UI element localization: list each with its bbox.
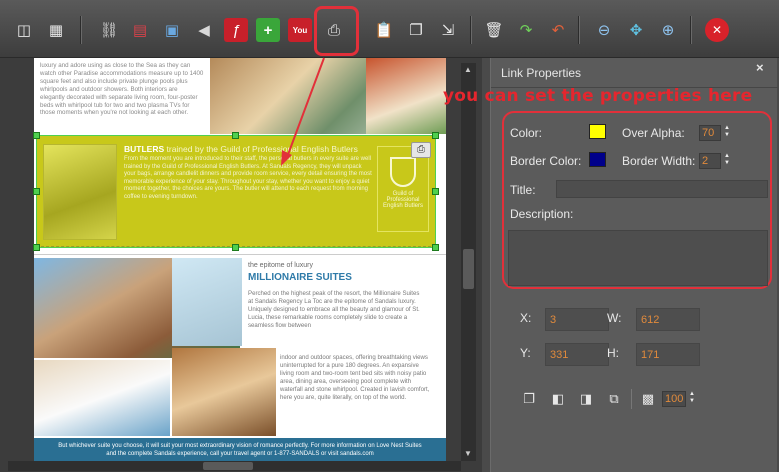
border-color-swatch[interactable] xyxy=(589,152,606,167)
title-label: Title: xyxy=(510,183,536,197)
resize-handle-bl[interactable] xyxy=(33,244,40,251)
w-input[interactable]: 612 xyxy=(636,308,700,331)
copy-icon[interactable]: ❐ xyxy=(404,18,428,42)
page-top-text: luxury and adore using as close to the S… xyxy=(40,62,204,117)
send-backward-icon[interactable]: ◨ xyxy=(578,391,594,407)
article-subheading: the epitome of luxury xyxy=(248,262,313,269)
article-headline: MILLIONAIRE SUITES xyxy=(248,272,352,283)
bring-to-front-icon[interactable]: ❐ xyxy=(521,391,537,407)
butler-link-area[interactable]: BUTLERS trained by the Guild of Professi… xyxy=(36,135,436,247)
youtube-icon[interactable]: You xyxy=(288,18,312,42)
color-swatch[interactable] xyxy=(589,124,606,139)
title-input[interactable] xyxy=(556,180,768,198)
butler-title: BUTLERS trained by the Guild of Professi… xyxy=(124,144,358,154)
undo-icon[interactable]: ↶ xyxy=(546,18,570,42)
resize-handle-r[interactable] xyxy=(432,188,439,195)
scroll-down-icon[interactable]: ▼ xyxy=(464,449,472,458)
h-input[interactable]: 171 xyxy=(636,343,700,366)
resize-handle-b[interactable] xyxy=(232,244,239,251)
description-input[interactable] xyxy=(508,230,768,286)
delete-icon[interactable]: 🗑 xyxy=(482,18,506,42)
zoom-out-icon[interactable]: ⊖ xyxy=(592,18,616,42)
butler-photo xyxy=(43,144,117,240)
fit-icon[interactable]: ✥ xyxy=(624,18,648,42)
resort-photo-bedroom xyxy=(34,360,170,436)
resort-photo-living xyxy=(172,348,276,436)
resize-handle-br[interactable] xyxy=(432,244,439,251)
print-button-highlight xyxy=(314,6,359,56)
toolbar-separator xyxy=(578,16,580,44)
magazine-page: luxury and adore using as close to the S… xyxy=(34,58,446,461)
resize-handle-l[interactable] xyxy=(33,188,40,195)
x-label: X: xyxy=(520,311,532,325)
footer-line-2: and the complete Sandals experience, cal… xyxy=(106,451,374,457)
toolbar-separator xyxy=(80,16,82,44)
crest-text: Guild of Professional English Butlers xyxy=(382,191,424,209)
border-width-spinner[interactable]: ▲ ▼ xyxy=(723,153,731,169)
bring-forward-icon[interactable]: ◧ xyxy=(550,391,566,407)
border-width-label: Border Width: xyxy=(622,154,696,168)
description-label: Description: xyxy=(510,207,574,221)
vertical-scroll-thumb[interactable] xyxy=(463,249,474,289)
scroll-up-icon[interactable]: ▲ xyxy=(464,65,472,74)
x-input[interactable]: 3 xyxy=(545,308,609,331)
crest-shield-icon xyxy=(390,157,416,187)
link-icon[interactable]: ⛓ xyxy=(97,18,121,42)
horizontal-scroll-thumb[interactable] xyxy=(203,462,253,470)
panel-title: Link Properties xyxy=(501,66,582,80)
vertical-scrollbar[interactable]: ▲ ▼ xyxy=(461,63,476,461)
add-icon[interactable]: + xyxy=(256,18,280,42)
video-icon[interactable]: ▤ xyxy=(128,18,152,42)
link-print-icon[interactable]: ⎙ xyxy=(411,142,431,158)
panel-close-icon[interactable]: × xyxy=(756,60,764,75)
border-color-label: Border Color: xyxy=(510,154,582,168)
flash-icon[interactable]: ƒ xyxy=(224,18,248,42)
zoom-in-icon[interactable]: ⊕ xyxy=(656,18,680,42)
toolbar-separator xyxy=(690,16,692,44)
resize-handle-t[interactable] xyxy=(232,132,239,139)
toolbar: ◫ ▦ ⛓ ▤ ▣ ◀ ƒ + You ⎙ 📋 ❐ ⇲ 🗑 ↷ ↶ ⊖ ✥ ⊕ ✕ xyxy=(0,0,779,58)
resize-handle-tr[interactable] xyxy=(432,132,439,139)
page-setup-icon[interactable]: ▦ xyxy=(44,18,68,42)
page-divider xyxy=(34,254,446,255)
toolbar-separator xyxy=(470,16,472,44)
annotation-text: you can set the properties here xyxy=(443,86,753,106)
article-body-continued: indoor and outdoor spaces, offering brea… xyxy=(280,354,430,401)
canvas-area: luxury and adore using as close to the S… xyxy=(0,58,482,472)
paste-icon[interactable]: 📋 xyxy=(372,18,396,42)
bottom-divider xyxy=(631,389,632,409)
image-icon[interactable]: ▣ xyxy=(160,18,184,42)
resize-handle-tl[interactable] xyxy=(33,132,40,139)
export-icon[interactable]: ⇲ xyxy=(436,18,460,42)
opacity-icon: ▩ xyxy=(641,391,655,406)
footer-line-1: But whichever suite you choose, it will … xyxy=(58,443,422,449)
audio-icon[interactable]: ◀ xyxy=(192,18,216,42)
resort-photo-view xyxy=(172,258,242,346)
opacity-spinner[interactable]: ▲ ▼ xyxy=(688,391,696,407)
y-input[interactable]: 331 xyxy=(545,343,609,366)
opacity-input[interactable]: 100 xyxy=(662,391,686,407)
resort-photo-top xyxy=(210,58,446,134)
send-to-back-icon[interactable]: ⧉ xyxy=(606,391,622,407)
over-alpha-label: Over Alpha: xyxy=(622,126,685,140)
butler-text: From the moment you are introduced to th… xyxy=(124,156,372,200)
color-label: Color: xyxy=(510,126,543,140)
redo-icon[interactable]: ↷ xyxy=(514,18,538,42)
border-width-input[interactable]: 2 xyxy=(699,153,721,169)
close-icon[interactable]: ✕ xyxy=(705,18,729,42)
over-alpha-input[interactable]: 70 xyxy=(699,125,721,141)
horizontal-scrollbar[interactable] xyxy=(8,461,461,471)
over-alpha-spinner[interactable]: ▲ ▼ xyxy=(723,125,731,141)
article-body: Perched on the highest peak of the resor… xyxy=(248,290,420,329)
screen-capture-icon[interactable]: ◫ xyxy=(12,18,36,42)
page-footer: But whichever suite you choose, it will … xyxy=(34,438,446,461)
guild-crest: Guild of Professional English Butlers xyxy=(377,146,429,232)
y-label: Y: xyxy=(520,346,531,360)
w-label: W: xyxy=(607,311,622,325)
h-label: H: xyxy=(607,346,619,360)
